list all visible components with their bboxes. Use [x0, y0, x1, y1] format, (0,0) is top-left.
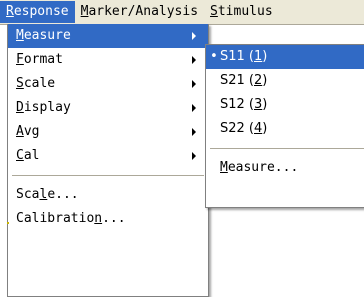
label-pre: Calibratio [16, 211, 95, 226]
submenu-item-s11[interactable]: • S11 (1) [206, 45, 364, 69]
menu-item-scale-dialog[interactable]: Scale... [8, 183, 208, 207]
label-rest: easure... [227, 160, 299, 175]
submenu-arrow-icon [192, 80, 196, 88]
menu-item-measure[interactable]: Measure [8, 24, 208, 48]
label-rest: isplay [23, 100, 71, 115]
menu-marker-analysis[interactable]: Marker/Analysis [75, 1, 204, 23]
menu-response-key: R [6, 4, 14, 19]
label-key: M [220, 160, 228, 175]
label-pre: S21 ( [220, 73, 254, 88]
label-key: n [94, 211, 103, 226]
label-key: S [16, 76, 24, 91]
checked-bullet-icon: • [210, 49, 218, 64]
submenu-item-measure-dialog-label: Measure... [220, 156, 298, 180]
menu-item-cal[interactable]: Cal [8, 144, 208, 168]
label-rest: easure [23, 28, 71, 43]
menu-stimulus-rest: timulus [217, 4, 273, 19]
label-key: C [16, 148, 24, 163]
menu-item-avg-label: Avg [16, 120, 39, 144]
label-key: D [16, 100, 24, 115]
submenu-item-s21[interactable]: S21 (2) [206, 69, 364, 93]
menu-stimulus-key: S [210, 4, 218, 19]
background-trace-mark [7, 222, 9, 224]
label-rest: ormat [23, 52, 63, 67]
label-key: M [16, 28, 24, 43]
menu-item-scale-label: Scale [16, 72, 55, 96]
label-rest: ... [102, 211, 126, 226]
label-rest: ) [262, 73, 268, 88]
label-key: A [16, 124, 24, 139]
menu-marker-rest: arker/Analysis [88, 4, 199, 19]
submenu-item-measure-dialog[interactable]: Measure... [206, 156, 364, 180]
submenu-arrow-icon [192, 128, 196, 136]
label-pre: S11 ( [220, 49, 254, 64]
submenu-arrow-icon [192, 152, 196, 160]
submenu-arrow-icon [192, 104, 196, 112]
response-dropdown-menu: Measure Format Scale Display Avg Cal Sca… [7, 24, 209, 297]
menu-separator [12, 175, 204, 176]
menu-response[interactable]: Response [0, 1, 75, 23]
menu-item-avg[interactable]: Avg [8, 120, 208, 144]
menu-item-format-label: Format [16, 48, 63, 72]
menu-item-display[interactable]: Display [8, 96, 208, 120]
submenu-item-s12[interactable]: S12 (3) [206, 93, 364, 117]
label-pre: S12 ( [220, 97, 254, 112]
label-rest: cale [23, 76, 56, 91]
menu-item-format[interactable]: Format [8, 48, 208, 72]
menu-item-display-label: Display [16, 96, 71, 120]
label-pre: Sca [16, 187, 40, 202]
menu-bar: Response Marker/Analysis Stimulus [0, 0, 364, 25]
menu-item-calibration-dialog-label: Calibration... [16, 207, 126, 231]
menu-item-scale[interactable]: Scale [8, 72, 208, 96]
menu-stimulus[interactable]: Stimulus [204, 1, 279, 23]
menu-response-rest: esponse [13, 4, 69, 19]
submenu-item-s21-label: S21 (2) [220, 69, 267, 93]
label-rest: e... [47, 187, 79, 202]
menu-item-calibration-dialog[interactable]: Calibration... [8, 207, 208, 231]
menu-item-measure-label: Measure [16, 24, 71, 48]
submenu-item-s12-label: S12 (3) [220, 93, 267, 117]
menu-item-cal-label: Cal [16, 144, 39, 168]
submenu-item-s22-label: S22 (4) [220, 117, 267, 141]
label-rest: vg [23, 124, 40, 139]
label-rest: ) [262, 97, 268, 112]
label-key: F [16, 52, 24, 67]
submenu-arrow-icon [192, 56, 196, 64]
label-pre: S22 ( [220, 121, 254, 136]
measure-submenu: • S11 (1) S21 (2) S12 (3) S22 (4) Measur… [205, 44, 364, 208]
submenu-item-s22[interactable]: S22 (4) [206, 117, 364, 141]
submenu-arrow-icon [192, 32, 196, 40]
menu-item-scale-dialog-label: Scale... [16, 183, 79, 207]
label-rest: ) [262, 121, 268, 136]
submenu-item-s11-label: S11 (1) [220, 45, 267, 69]
label-rest: ) [262, 49, 268, 64]
label-rest: al [23, 148, 40, 163]
